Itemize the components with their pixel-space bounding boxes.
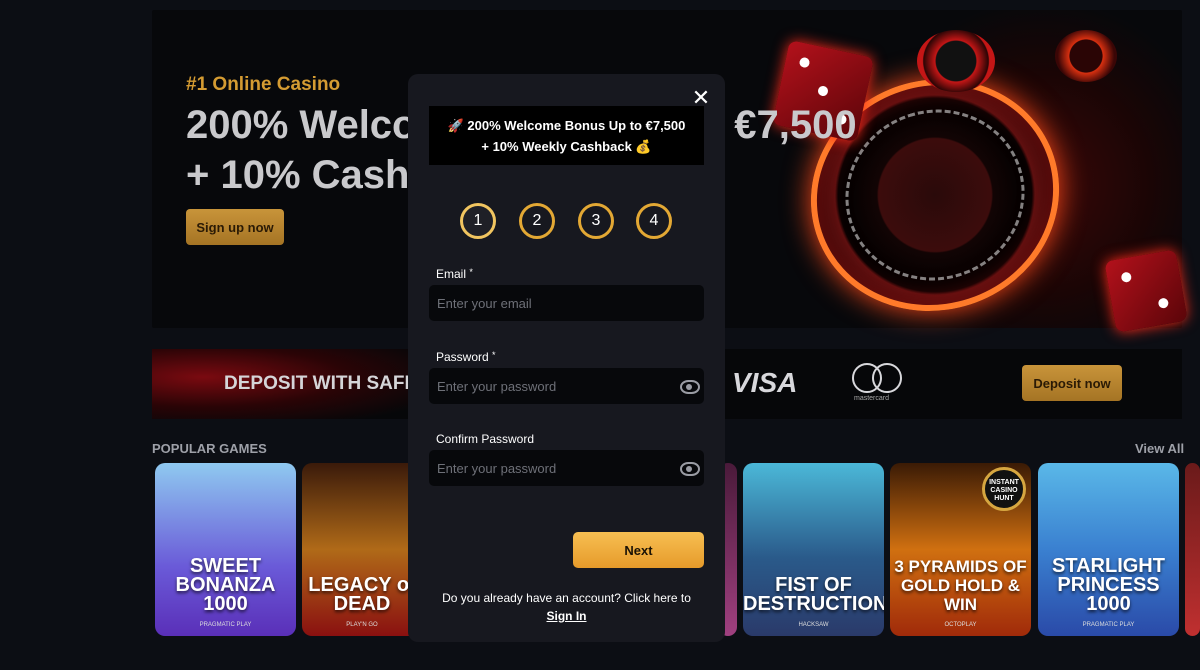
step-1: 1 [460,203,496,239]
next-button[interactable]: Next [573,532,704,568]
bonus-banner: 🚀 200% Welcome Bonus Up to €7,500 + 10% … [429,106,704,165]
step-3: 3 [578,203,614,239]
confirm-password-field[interactable] [429,450,704,486]
bonus-banner-line2: + 10% Weekly Cashback 💰 [481,139,652,154]
eye-icon[interactable] [680,380,700,394]
sign-in-link[interactable]: Sign In [408,609,725,623]
have-account-text: Do you already have an account? Click he… [442,591,691,605]
password-label: Password * [436,350,496,364]
confirm-password-label: Confirm Password [436,432,535,446]
password-field[interactable] [429,368,704,404]
signup-modal: ✕ 🚀 200% Welcome Bonus Up to €7,500 + 10… [408,74,725,642]
email-label: Email * [436,267,473,281]
step-4: 4 [636,203,672,239]
eye-icon[interactable] [680,462,700,476]
step-2: 2 [519,203,555,239]
step-indicator: 1 2 3 4 [460,203,673,241]
email-field[interactable] [429,285,704,321]
bonus-banner-line1: 🚀 200% Welcome Bonus Up to €7,500 [447,118,686,133]
close-icon[interactable]: ✕ [691,87,711,109]
